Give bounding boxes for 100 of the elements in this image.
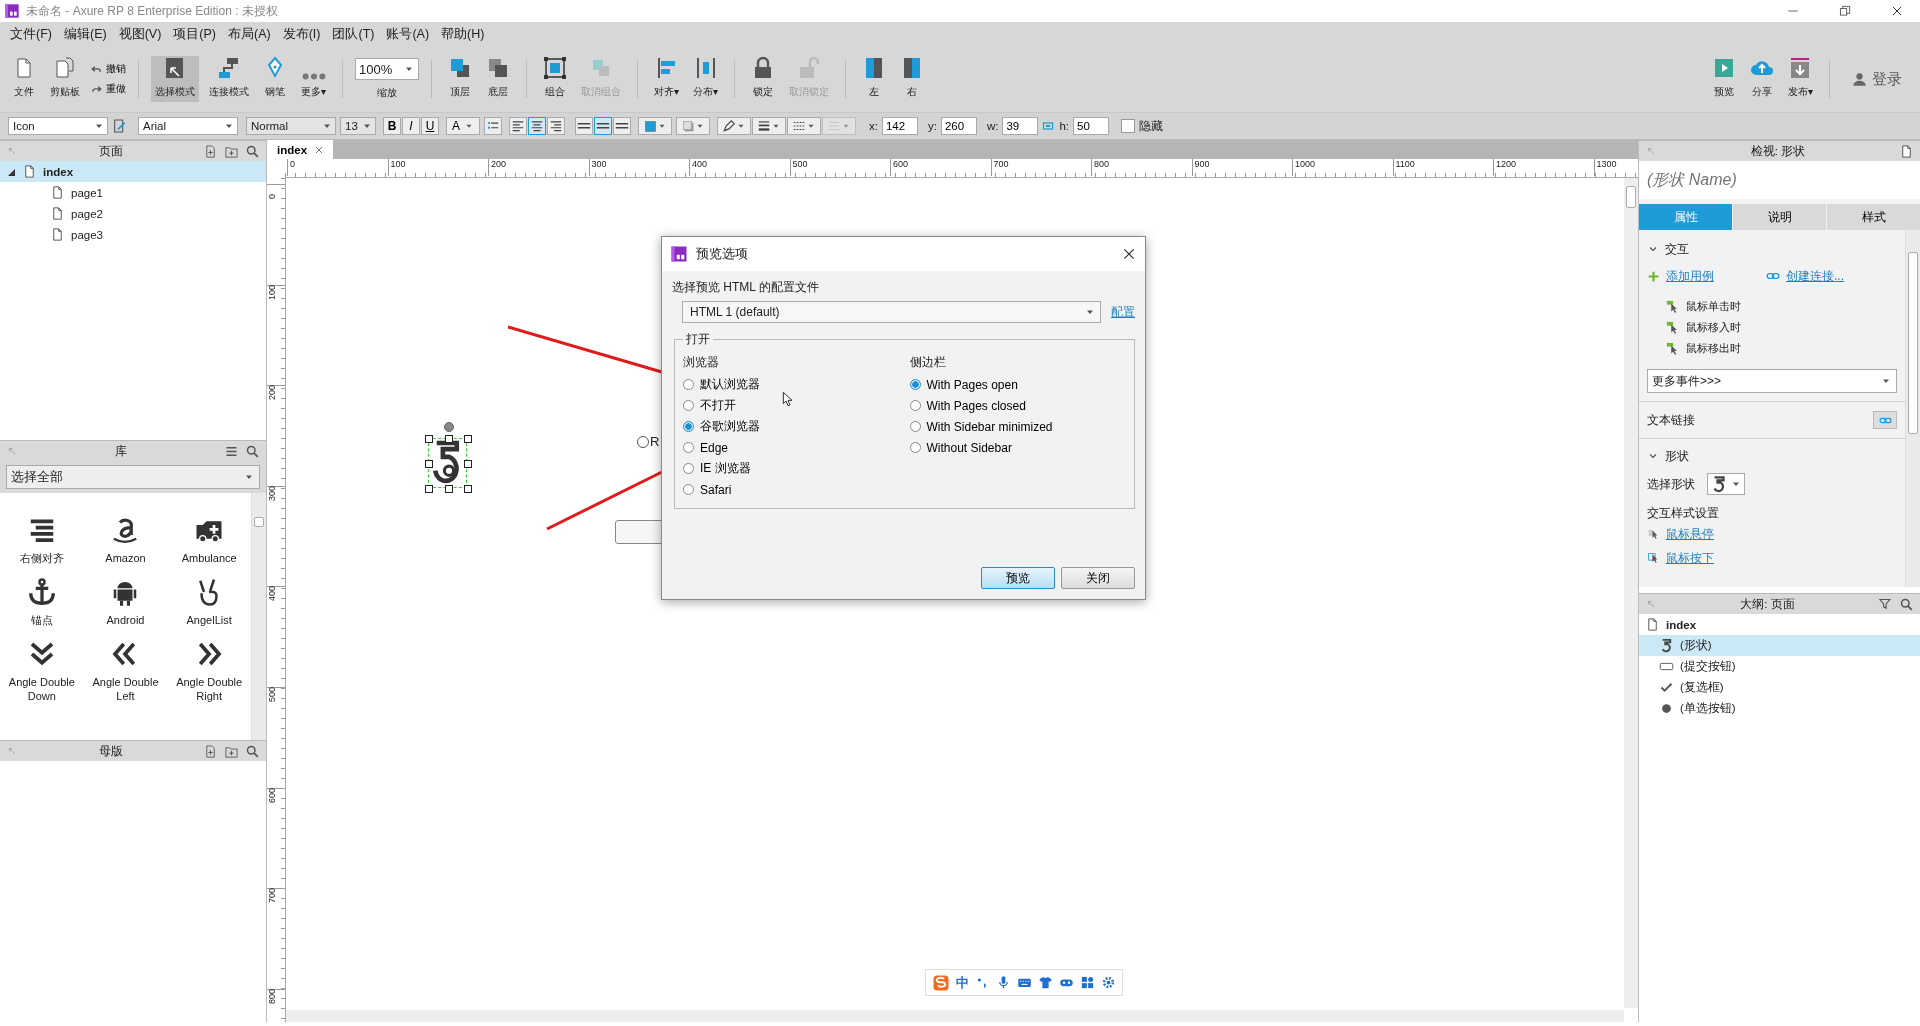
toolbar-button[interactable]: 预览	[1707, 56, 1740, 102]
toolbar-button[interactable]: 重做	[90, 82, 126, 96]
resize-handle[interactable]	[444, 435, 453, 443]
bullets-button[interactable]	[484, 117, 502, 135]
library-widget[interactable]: Angle Double Left	[83, 639, 168, 703]
create-link[interactable]: 创建连接...	[1786, 267, 1844, 285]
toolbar-button[interactable]: 文件	[8, 56, 40, 102]
toolbar-button[interactable]: 撤销	[90, 62, 126, 76]
toolbar-button[interactable]: 顶层	[444, 56, 477, 102]
zoom-field[interactable]: 100%	[355, 58, 420, 80]
toolbar-button[interactable]: 锁定	[747, 56, 780, 102]
radio-option[interactable]: Safari	[683, 479, 900, 500]
align-button[interactable]	[547, 117, 565, 135]
radio-option[interactable]: With Pages closed	[909, 395, 1126, 416]
toolbar-button[interactable]: 右	[896, 56, 929, 102]
document-tab[interactable]: index	[267, 140, 334, 159]
font-size-dropdown[interactable]: 13	[340, 117, 376, 135]
hidden-checkbox[interactable]	[1121, 119, 1135, 133]
line-style-button[interactable]	[752, 117, 786, 135]
line-style-button[interactable]	[787, 117, 821, 135]
toolbar-button[interactable]: 更多▾	[297, 56, 331, 102]
add-case-link[interactable]: 添加用例	[1666, 267, 1714, 285]
radio-option[interactable]: Without Sidebar	[909, 437, 1126, 458]
page-tree-item[interactable]: index	[0, 161, 266, 182]
text-style-button[interactable]: B	[383, 117, 401, 135]
resize-handle[interactable]	[425, 485, 433, 493]
scrollbar[interactable]	[286, 1010, 1624, 1022]
geometry-field[interactable]: 260	[940, 117, 977, 135]
scrollbar[interactable]	[1905, 230, 1920, 587]
scrollbar[interactable]	[1624, 178, 1638, 1008]
library-widget[interactable]: Angle Double Right	[167, 639, 251, 703]
resize-handle[interactable]	[425, 460, 433, 468]
shape-dropdown[interactable]	[1707, 473, 1745, 495]
geometry-field[interactable]: 50	[1073, 117, 1109, 135]
inspector-tab[interactable]: 说明	[1733, 204, 1826, 230]
page-tree-item[interactable]: page3	[0, 224, 266, 245]
style-link[interactable]: 鼠标悬停	[1666, 525, 1714, 543]
event-item[interactable]: 鼠标移入时	[1647, 317, 1897, 338]
radio-option[interactable]: Edge	[683, 437, 900, 458]
menu-item[interactable]: 团队(T)	[326, 25, 381, 43]
geometry-field[interactable]: 142	[881, 117, 918, 135]
widget-type-dropdown[interactable]: Icon	[8, 117, 108, 135]
close-icon[interactable]	[315, 145, 324, 154]
toolbar-button[interactable]: 连接模式	[205, 56, 253, 102]
inspector-tab[interactable]: 样式	[1827, 204, 1920, 230]
resize-handle[interactable]	[444, 485, 453, 493]
outline-item[interactable]: index	[1639, 614, 1920, 635]
config-dropdown[interactable]: HTML 1 (default)	[682, 301, 1101, 323]
toolbar-button[interactable]: 发布▾	[1783, 56, 1817, 102]
toolbar-button[interactable]: 底层	[482, 56, 515, 102]
menu-item[interactable]: 视图(V)	[112, 25, 168, 43]
library-widget[interactable]: 右侧对齐	[0, 515, 84, 565]
radio-option[interactable]: With Pages open	[909, 374, 1126, 395]
resize-handle[interactable]	[464, 485, 472, 493]
toolbar-button[interactable]: 对齐▾	[650, 56, 684, 102]
outline-item[interactable]: (复选框)	[1639, 677, 1920, 698]
library-widget[interactable]: Amazon	[83, 515, 168, 565]
library-widget[interactable]: AngelList	[167, 577, 251, 627]
align-button[interactable]	[528, 117, 546, 135]
valign-button[interactable]	[575, 117, 593, 135]
dialog-button[interactable]: 关闭	[1061, 567, 1135, 589]
rotate-handle[interactable]	[443, 422, 454, 432]
style-link[interactable]: 鼠标按下	[1666, 549, 1714, 567]
outline-item[interactable]: (单选按钮)	[1639, 698, 1920, 719]
close-button[interactable]	[1121, 246, 1137, 262]
line-style-button[interactable]	[717, 117, 751, 135]
menu-item[interactable]: 项目(P)	[167, 25, 222, 43]
radio-option[interactable]: 谷歌浏览器	[683, 416, 900, 437]
toolbar-button[interactable]: 组合	[539, 56, 572, 102]
more-events-dropdown[interactable]: 更多事件>>>	[1647, 369, 1897, 393]
toolbar-button[interactable]: 分布▾	[689, 56, 723, 102]
radio-button-widget[interactable]: R	[637, 434, 660, 449]
align-button[interactable]	[509, 117, 527, 135]
text-style-button[interactable]: I	[402, 117, 420, 135]
menu-item[interactable]: 帮助(H)	[435, 25, 491, 43]
resize-handle[interactable]	[464, 460, 472, 468]
font-family-dropdown[interactable]: Arial	[138, 117, 238, 135]
event-item[interactable]: 鼠标单击时	[1647, 296, 1897, 317]
font-color-button[interactable]: A	[446, 117, 480, 135]
page-tree-item[interactable]: page1	[0, 182, 266, 203]
toolbar-button[interactable]: 分享	[1745, 56, 1778, 102]
library-widget[interactable]: 锚点	[0, 577, 84, 627]
menu-item[interactable]: 发布(I)	[276, 25, 327, 43]
menu-item[interactable]: 布局(A)	[222, 25, 277, 43]
login-button[interactable]: 登录	[1842, 69, 1912, 89]
outline-item[interactable]: (形状)	[1639, 635, 1920, 656]
toolbar-button[interactable]: 选择模式	[151, 56, 199, 102]
font-weight-dropdown[interactable]: Normal	[246, 117, 336, 135]
menu-item[interactable]: 编辑(E)	[57, 25, 113, 43]
resize-handle[interactable]	[425, 435, 433, 443]
valign-button[interactable]	[594, 117, 612, 135]
geometry-field[interactable]: 39	[1002, 117, 1039, 135]
radio-option[interactable]: IE 浏览器	[683, 458, 900, 479]
menu-item[interactable]: 文件(F)	[4, 25, 58, 43]
event-item[interactable]: 鼠标移出时	[1647, 338, 1897, 359]
scrollbar[interactable]	[251, 493, 266, 740]
valign-button[interactable]	[613, 117, 631, 135]
library-widget[interactable]: Angle Double Down	[0, 639, 84, 703]
page-tree-item[interactable]: page2	[0, 203, 266, 224]
toolbar-button[interactable]: 钢笔	[259, 56, 291, 102]
